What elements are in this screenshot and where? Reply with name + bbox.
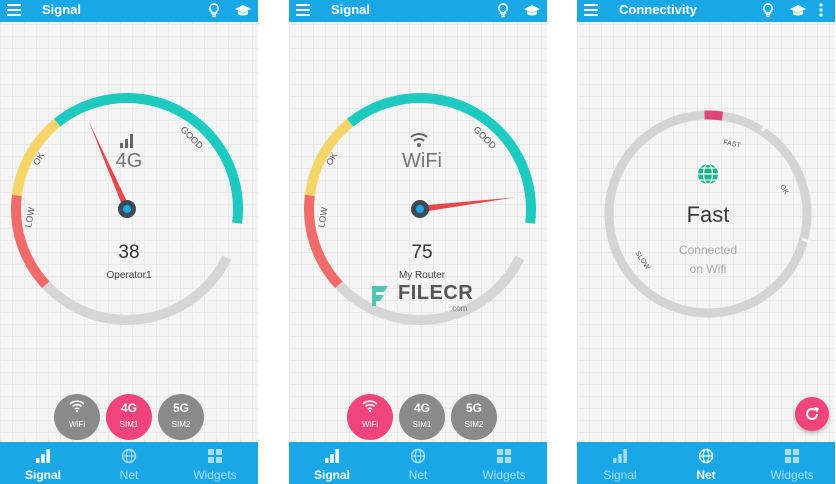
chip-label: SIM1 <box>119 420 139 429</box>
chip-network: 5G <box>465 401 482 415</box>
refresh-icon <box>806 407 819 420</box>
chip-label: SIM1 <box>412 420 432 429</box>
globe-icon <box>698 163 718 185</box>
nav-net[interactable]: Net <box>663 442 749 484</box>
chip-network: 5G <box>172 401 189 415</box>
connection-state-line2: on Wifi <box>689 262 727 276</box>
nav-label: Net <box>408 468 428 482</box>
gauge-needle <box>419 197 516 213</box>
chip-sim1[interactable]: 4G SIM1 <box>106 394 152 440</box>
speed-label-fast: FAST <box>723 139 742 150</box>
chip-label: WiFi <box>362 420 378 429</box>
nav-widgets[interactable]: Widgets <box>172 442 258 484</box>
nav-widgets[interactable]: Widgets <box>749 442 835 484</box>
signal-screen-wifi: Signal LOW OK GOOD WiFi 75 My Router WiF… <box>289 0 547 484</box>
widgets-icon <box>497 449 511 463</box>
gauge-label-low: LOW <box>23 206 36 228</box>
nav-signal[interactable]: Signal <box>289 442 375 484</box>
gauge-label-low: LOW <box>316 206 329 228</box>
nav-label: Net <box>119 468 139 482</box>
chip-label: WiFi <box>69 420 85 429</box>
globe-icon <box>121 448 137 464</box>
speed-label-ok: OK <box>778 184 789 197</box>
nav-label: Widgets <box>482 468 526 482</box>
chip-wifi[interactable]: WiFi <box>347 394 393 440</box>
signal-value: 38 <box>118 242 140 263</box>
chip-network: 4G <box>413 401 430 415</box>
operator-name: Operator1 <box>106 270 152 281</box>
filecr-logo-icon <box>372 286 388 306</box>
signal-bars-icon <box>325 449 339 463</box>
chip-wifi[interactable]: WiFi <box>54 394 100 440</box>
nav-net[interactable]: Net <box>375 442 461 484</box>
bottom-nav: Signal Net Widgets <box>289 442 547 484</box>
signal-value: 75 <box>411 242 433 263</box>
nav-label: Signal <box>313 468 350 482</box>
widgets-icon <box>208 449 222 463</box>
globe-icon <box>410 448 426 464</box>
wifi-icon <box>69 400 85 413</box>
signal-screen-sim1: Signal LOW OK GOOD 4G 38 Operator1 WiFi … <box>0 0 258 484</box>
watermark-sub: .com <box>450 304 468 313</box>
chip-sim2[interactable]: 5G SIM2 <box>451 394 497 440</box>
filecr-watermark: FILECR .com <box>368 280 478 316</box>
nav-net[interactable]: Net <box>86 442 172 484</box>
network-type-label: 4G <box>115 150 143 172</box>
connectivity-screen: Connectivity FAST OK SLOW Fast Connected… <box>577 0 835 484</box>
chip-sim2[interactable]: 5G SIM2 <box>158 394 204 440</box>
speed-ring: FAST OK SLOW <box>604 110 812 318</box>
widgets-icon <box>785 449 799 463</box>
chip-label: SIM2 <box>171 420 191 429</box>
signal-bars-icon <box>120 134 133 148</box>
bottom-nav: Signal Net Widgets <box>577 442 835 484</box>
chip-label: SIM2 <box>464 420 484 429</box>
nav-label: Signal <box>24 468 61 482</box>
chip-network: 4G <box>120 401 137 415</box>
wifi-icon <box>410 133 428 147</box>
nav-label: Signal <box>603 468 637 482</box>
nav-label: Net <box>696 468 716 482</box>
connection-speed-status: Fast <box>686 202 730 227</box>
nav-signal[interactable]: Signal <box>0 442 86 484</box>
nav-label: Widgets <box>770 468 814 482</box>
chip-sim1[interactable]: 4G SIM1 <box>399 394 445 440</box>
wifi-icon <box>362 400 378 413</box>
watermark-text: FILECR <box>398 282 474 304</box>
nav-label: Widgets <box>193 468 237 482</box>
refresh-button[interactable] <box>795 397 829 431</box>
bottom-nav: Signal Net Widgets <box>0 442 258 484</box>
signal-bars-icon <box>36 449 50 463</box>
globe-icon <box>698 448 714 464</box>
nav-widgets[interactable]: Widgets <box>461 442 547 484</box>
nav-signal[interactable]: Signal <box>577 442 663 484</box>
gauge-good-segment <box>11 92 243 325</box>
signal-bars-icon <box>613 449 627 463</box>
connection-state-line1: Connected <box>678 243 738 257</box>
network-type-label: WiFi <box>402 150 442 172</box>
